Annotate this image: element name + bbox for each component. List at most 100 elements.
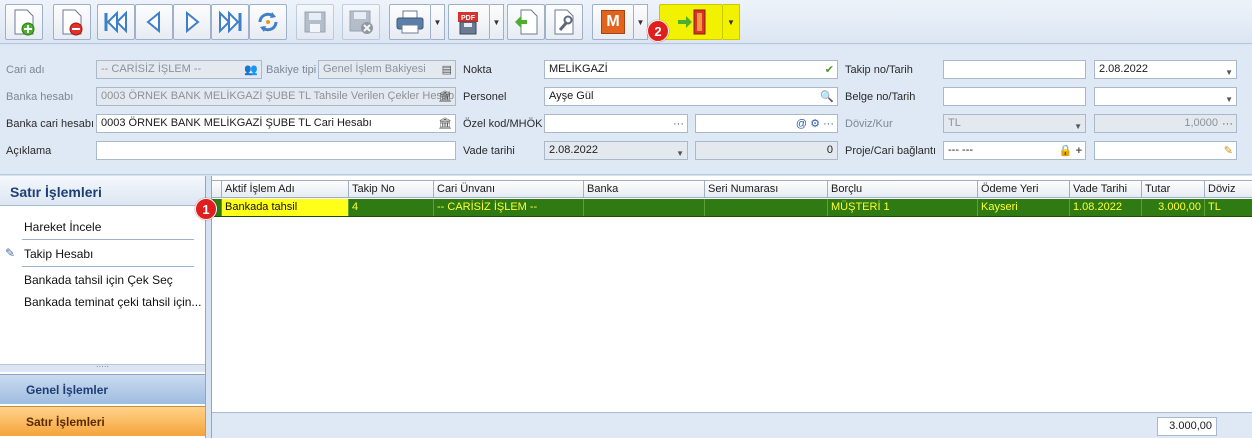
chevron-down-icon[interactable]: ▼ (1225, 91, 1233, 105)
grid-cell[interactable]: 1.08.2022 (1070, 199, 1142, 216)
takip-date-value: 2.08.2022 (1099, 63, 1148, 75)
bank-icon[interactable]: 🏛 (438, 89, 452, 105)
nav-satir-islemleri[interactable]: Satır İşlemleri (0, 406, 205, 436)
previous-record-button[interactable] (135, 4, 173, 40)
grid-header-odeme-yeri[interactable]: Ödeme Yeri (978, 180, 1070, 198)
table-row[interactable]: Bankada tahsil 4 -- CARİSİZ İŞLEM -- MÜŞ… (212, 199, 1252, 217)
ozel-kod-field[interactable]: ··· (544, 114, 688, 133)
vade-days-field[interactable]: 0 (695, 141, 838, 160)
personel-field[interactable]: Ayşe Gül 🔍 (544, 87, 838, 106)
ellipsis-icon[interactable]: ··· (1222, 116, 1233, 132)
grid-header-banka[interactable]: Banka (584, 180, 705, 198)
vade-field[interactable]: 2.08.2022 ▼ (544, 141, 688, 160)
grid-header-tutar[interactable]: Tutar (1142, 180, 1205, 198)
menu-divider (22, 266, 194, 267)
proje-field[interactable]: --- --- 🔒 + (943, 141, 1086, 160)
grid-cell[interactable]: 3.000,00 (1142, 199, 1205, 216)
next-record-button[interactable] (173, 4, 211, 40)
bank-icon[interactable]: 🏛 (438, 116, 452, 132)
person-search-icon[interactable]: 🔍 (820, 89, 834, 105)
left-panel-title: Satır İşlemleri (0, 176, 205, 206)
banka-cari-field[interactable]: 0003 ÖRNEK BANK MELİKGAZİ ŞUBE TL Cari H… (96, 114, 456, 133)
takip-date-field[interactable]: 2.08.2022 ▼ (1094, 60, 1237, 79)
bakiye-tipi-label: Bakiye tipi (266, 64, 317, 76)
grid-cell[interactable]: Kayseri (978, 199, 1070, 216)
kur-field[interactable]: 1,0000 ··· (1094, 114, 1237, 133)
grid-cell[interactable]: MÜŞTERİ 1 (828, 199, 978, 216)
m-dropdown-arrow[interactable]: ▼ (634, 4, 648, 40)
banka-hesabi-field[interactable]: 0003 ÖRNEK BANK MELİKGAZİ ŞUBE TL Tahsil… (96, 87, 456, 106)
delete-record-button[interactable] (53, 4, 91, 40)
belge-no-field[interactable] (943, 87, 1086, 106)
grid-cell[interactable] (705, 199, 828, 216)
new-record-button[interactable] (5, 4, 43, 40)
list-icon[interactable]: ▤ (442, 62, 452, 78)
grid-header-borclu[interactable]: Borçlu (828, 180, 978, 198)
svg-text:PDF: PDF (461, 15, 476, 22)
header-form: Cari adı -- CARİSİZ İŞLEM -- 👥 Bakiye ti… (0, 45, 1252, 175)
import-button[interactable] (507, 4, 545, 40)
grid-cell[interactable]: TL (1205, 199, 1252, 216)
import-arrow-icon (515, 9, 538, 35)
pdf-export-button[interactable]: PDF (448, 4, 490, 40)
grid-header-doviz[interactable]: Döviz (1205, 180, 1252, 198)
grid-header-seri-numarasi[interactable]: Seri Numarası (705, 180, 828, 198)
pdf-dropdown-arrow[interactable]: ▼ (490, 4, 504, 40)
notepad-icon: ✎ (5, 246, 16, 260)
nokta-field[interactable]: MELİKGAZİ ✔ (544, 60, 838, 79)
eraser-icon[interactable]: ✎ (1224, 143, 1233, 159)
lock-plus-icon[interactable]: 🔒 + (1059, 143, 1082, 159)
grid-footer: 3.000,00 (212, 412, 1252, 438)
grid-cell[interactable] (584, 199, 705, 216)
print-button[interactable] (389, 4, 431, 40)
grid-cell[interactable]: 4 (349, 199, 434, 216)
grid-header-takip-no[interactable]: Takip No (349, 180, 434, 198)
printer-icon (396, 10, 424, 34)
grid-corner (212, 180, 222, 198)
takip-no-field[interactable] (943, 60, 1086, 79)
proje2-field[interactable]: ✎ (1094, 141, 1237, 160)
users-icon[interactable]: 👥 (244, 62, 258, 78)
refresh-button[interactable] (249, 4, 287, 40)
last-record-button[interactable] (211, 4, 249, 40)
menu-item-hareket-incele[interactable]: Hareket İncele (24, 220, 101, 234)
panel-splitter[interactable]: ····· (0, 363, 205, 372)
m-button[interactable]: M (592, 4, 634, 40)
belge-label: Belge no/Tarih (845, 91, 916, 103)
menu-divider (22, 239, 194, 240)
menu-item-takip-hesabi[interactable]: Takip Hesabı (24, 247, 93, 261)
chevron-down-icon[interactable]: ▼ (1074, 118, 1082, 132)
grid-header-cari-unvani[interactable]: Cari Ünvanı (434, 180, 584, 198)
save-button[interactable] (296, 4, 334, 40)
doviz-value: TL (948, 117, 961, 129)
cari-adi-field[interactable]: -- CARİSİZ İŞLEM -- 👥 (96, 60, 262, 79)
nav-genel-islemler[interactable]: Genel İşlemler (0, 374, 205, 404)
wrench-icon (554, 9, 574, 35)
at-link-icon[interactable]: @ ⚙ ··· (796, 116, 834, 132)
chevron-down-icon[interactable]: ▼ (676, 145, 684, 159)
belge-date-field[interactable]: . . : : ▼ (1094, 87, 1237, 106)
settings-button[interactable] (545, 4, 583, 40)
ellipsis-icon[interactable]: ··· (673, 116, 684, 132)
exit-dropdown-arrow[interactable]: ▼ (723, 4, 740, 40)
print-dropdown-arrow[interactable]: ▼ (431, 4, 445, 40)
aciklama-field[interactable] (96, 141, 456, 160)
grid-cell[interactable]: Bankada tahsil (222, 199, 349, 216)
grid-header-vade-tarihi[interactable]: Vade Tarihi (1070, 180, 1142, 198)
doviz-field[interactable]: TL ▼ (943, 114, 1086, 133)
grid-cell[interactable]: -- CARİSİZ İŞLEM -- (434, 199, 584, 216)
bakiye-tipi-field[interactable]: Genel İşlem Bakiyesi ▤ (318, 60, 456, 79)
nokta-label: Nokta (463, 64, 492, 76)
cancel-save-button[interactable] (342, 4, 380, 40)
pdf-icon: PDF (458, 12, 478, 35)
ozel-kod2-field[interactable]: @ ⚙ ··· (695, 114, 838, 133)
menu-item-cek-sec[interactable]: Bankada tahsil için Çek Seç (24, 273, 173, 287)
exit-button[interactable] (659, 4, 723, 40)
proje-value: --- --- (948, 144, 974, 156)
grid-header-aktif-islem[interactable]: Aktif İşlem Adı (222, 180, 349, 198)
menu-item-teminat-ceki[interactable]: Bankada teminat çeki tahsil için... (24, 295, 201, 309)
check-icon[interactable]: ✔ (825, 62, 834, 78)
first-record-button[interactable] (97, 4, 135, 40)
previous-record-icon (146, 10, 160, 34)
chevron-down-icon[interactable]: ▼ (1225, 64, 1233, 78)
